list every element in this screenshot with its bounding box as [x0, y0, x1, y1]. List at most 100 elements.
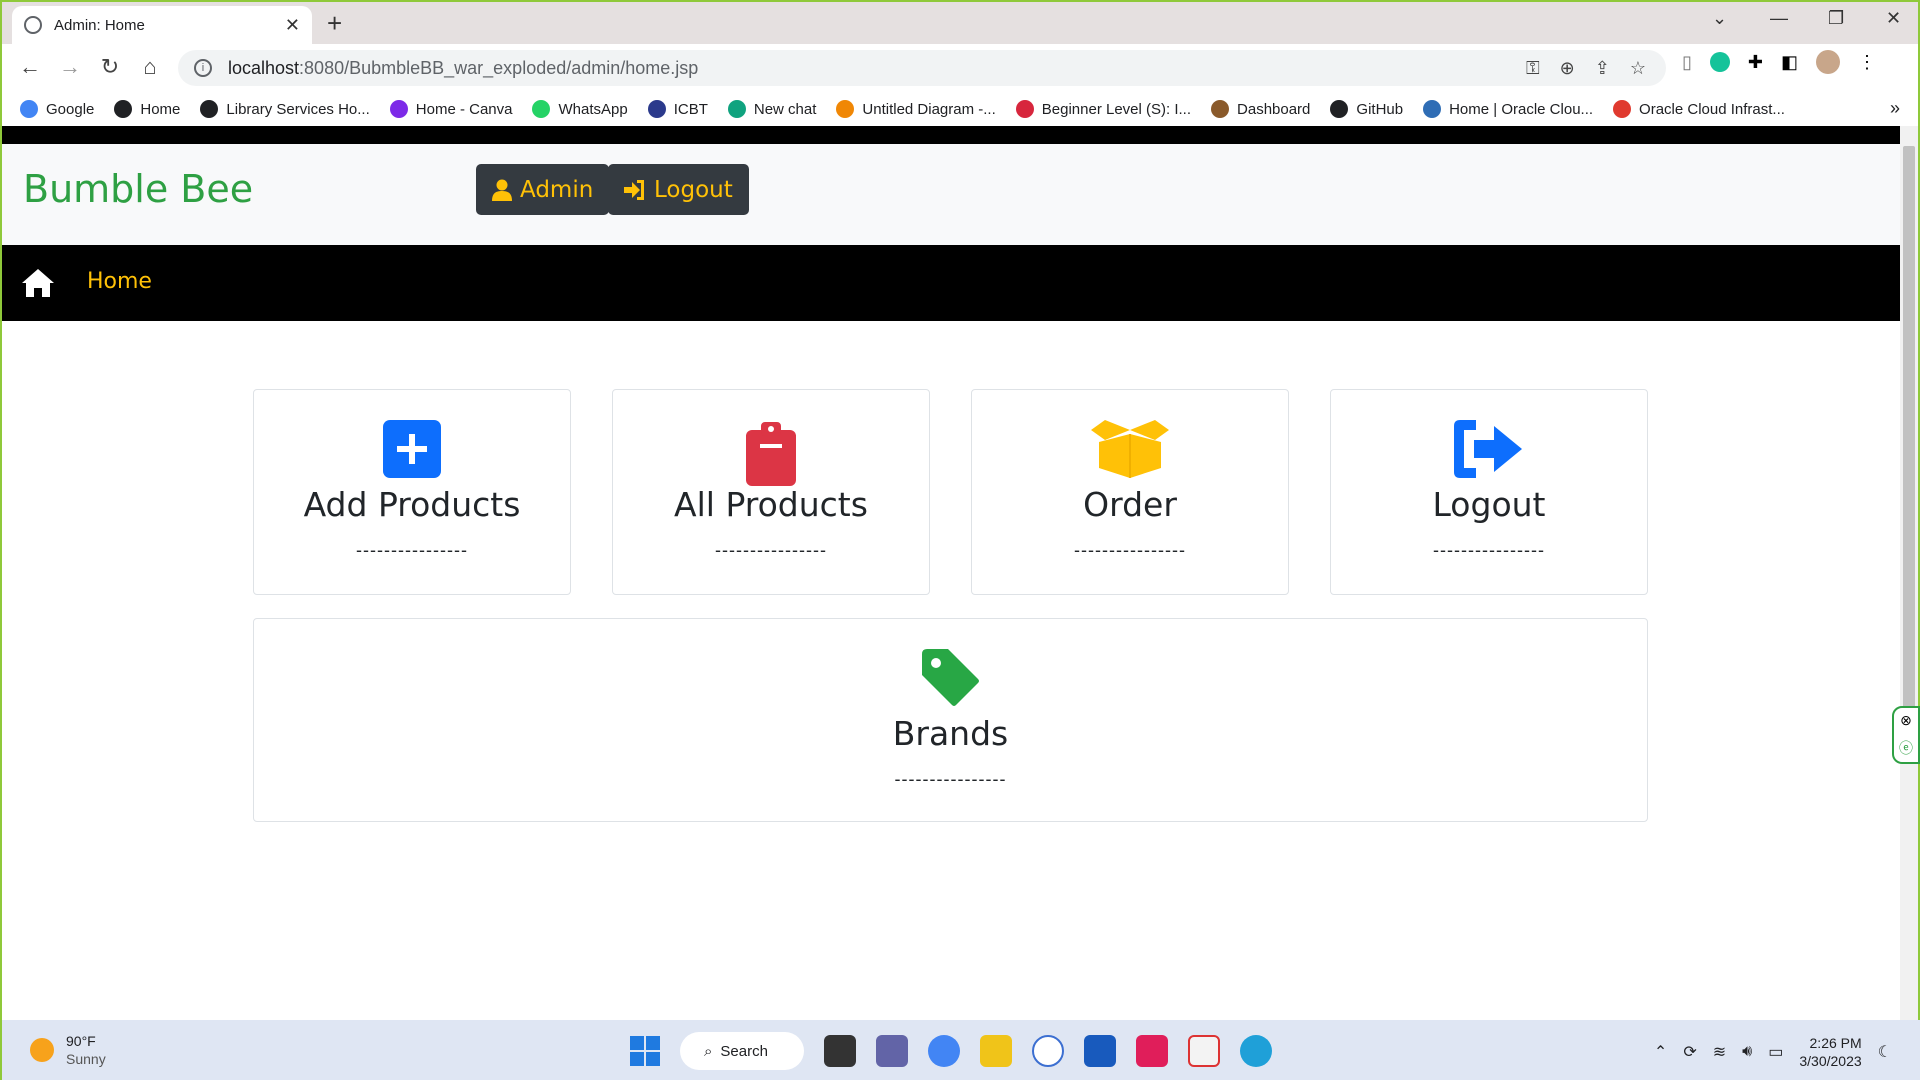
new-tab-button[interactable]: + [327, 8, 342, 39]
system-tray: ⌃ ⟳ ≋ 🔊︎ ▭ 2:26 PM 3/30/2023 ☾ [1654, 1034, 1892, 1070]
tab-search-chevron-icon[interactable]: ⌄ [1712, 8, 1727, 29]
bookmark-favicon-icon [836, 100, 855, 118]
side-widget[interactable]: ⊗ ⓔ [1892, 706, 1920, 764]
bookmark-label: Oracle Cloud Infrast... [1639, 100, 1785, 118]
card-all-products[interactable]: All Products ---------------- [612, 389, 930, 595]
search-label: Search [720, 1042, 768, 1060]
key-icon[interactable]: ⚿ [1526, 58, 1540, 79]
clock[interactable]: 2:26 PM 3/30/2023 [1799, 1034, 1861, 1070]
admin-button[interactable]: Admin [476, 164, 610, 215]
bookmark-star-icon[interactable]: ☆ [1630, 58, 1646, 79]
scrollbar-thumb[interactable] [1903, 146, 1915, 746]
forward-button[interactable]: → [56, 54, 84, 80]
sync-icon[interactable]: ⟳ [1683, 1042, 1696, 1062]
bookmark-label: GitHub [1356, 100, 1404, 118]
plus-square-icon [383, 420, 441, 478]
bookmark-item[interactable]: Library Services Ho... [200, 100, 370, 118]
app-w-icon[interactable] [1032, 1035, 1064, 1067]
card-logout[interactable]: Logout ---------------- [1330, 389, 1648, 595]
wifi-icon[interactable]: ≋ [1713, 1042, 1726, 1062]
nav-home-link[interactable]: Home [87, 269, 152, 294]
bookmark-label: New chat [753, 100, 817, 118]
card-label: Brands [892, 714, 1009, 753]
share-icon[interactable]: ⇪ [1595, 58, 1610, 79]
bookmark-item[interactable]: GitHub [1330, 100, 1403, 118]
snipping-tool-icon[interactable] [1188, 1035, 1220, 1067]
bookmark-item[interactable]: Home | Oracle Clou... [1423, 100, 1593, 118]
brand-logo[interactable]: Bumble Bee [23, 167, 253, 211]
edge-e-icon[interactable]: ⓔ [1899, 738, 1913, 758]
tag-icon [921, 649, 979, 706]
task-view-icon[interactable] [824, 1035, 856, 1067]
start-button[interactable] [630, 1036, 660, 1066]
bookmark-label: Library Services Ho... [226, 100, 370, 118]
card-label: Add Products [303, 485, 521, 524]
bookmark-favicon-icon [1015, 100, 1034, 118]
bookmark-label: Home [140, 100, 181, 118]
page-scrollbar[interactable] [1900, 126, 1918, 1020]
extensions-icon[interactable]: ✚ [1748, 52, 1763, 73]
bookmark-item[interactable]: Oracle Cloud Infrast... [1613, 100, 1785, 118]
page-viewport: Bumble Bee Admin Logout Home Add Product… [2, 126, 1900, 1020]
clock-time: 2:26 PM [1809, 1035, 1862, 1051]
restore-button[interactable]: ❐ [1828, 8, 1844, 29]
bookmark-item[interactable]: New chat [727, 100, 817, 118]
bookmark-item[interactable]: Untitled Diagram -... [836, 100, 996, 118]
bookmark-label: Home | Oracle Clou... [1449, 100, 1594, 118]
bookmark-item[interactable]: Google [20, 100, 94, 118]
zoom-icon[interactable]: ⊕ [1560, 58, 1575, 79]
bookmark-label: Untitled Diagram -... [862, 100, 996, 118]
minimize-button[interactable]: — [1770, 8, 1788, 29]
side-panel-icon[interactable]: ◧ [1781, 52, 1798, 73]
taskbar-search[interactable]: ⌕ Search [680, 1032, 804, 1070]
file-explorer-icon[interactable] [980, 1035, 1012, 1067]
reload-button[interactable]: ↻ [96, 54, 124, 80]
bookmark-item[interactable]: Home [114, 100, 180, 118]
close-window-button[interactable]: ✕ [1886, 8, 1901, 29]
bookmark-item[interactable]: Dashboard [1211, 100, 1310, 118]
url-host: localhost [228, 57, 300, 78]
back-button[interactable]: ← [16, 54, 44, 80]
home-icon[interactable] [22, 269, 54, 297]
bookmark-item[interactable]: ICBT [647, 100, 708, 118]
tab-favicon-icon [24, 16, 42, 34]
menu-icon[interactable]: ⋮ [1858, 52, 1876, 73]
card-brands[interactable]: Brands ---------------- [253, 618, 1648, 822]
bookmarks-overflow-icon[interactable]: » [1890, 98, 1900, 119]
admin-button-label: Admin [520, 176, 594, 203]
word-icon[interactable] [1084, 1035, 1116, 1067]
tab-close-icon[interactable]: ✕ [285, 15, 300, 36]
site-info-icon[interactable]: i [194, 59, 212, 77]
browser-tab[interactable]: Admin: Home ✕ [12, 6, 312, 44]
bookmark-favicon-icon [1423, 100, 1442, 118]
card-label: Order [1083, 485, 1177, 524]
teams-icon[interactable] [876, 1035, 908, 1067]
grammarly-icon[interactable] [1709, 52, 1730, 72]
chrome-icon[interactable] [928, 1035, 960, 1067]
close-circle-icon[interactable]: ⊗ [1900, 712, 1912, 729]
intellij-icon[interactable] [1136, 1035, 1168, 1067]
bookmark-item[interactable]: Home - Canva [389, 100, 512, 118]
sun-icon [30, 1038, 54, 1062]
home-button[interactable]: ⌂ [136, 54, 164, 80]
address-bar[interactable]: i localhost:8080/BubmbleBB_war_exploded/… [178, 50, 1666, 86]
card-dash: ---------------- [715, 540, 827, 560]
bookmark-item[interactable]: WhatsApp [532, 100, 628, 118]
volume-icon[interactable]: 🔊︎ [1742, 1043, 1752, 1061]
notifications-icon[interactable]: ☾ [1878, 1042, 1892, 1062]
bookmark-favicon-icon [1330, 100, 1349, 118]
bookmark-item[interactable]: Beginner Level (S): I... [1015, 100, 1191, 118]
header-logout-button[interactable]: Logout [608, 164, 749, 215]
edge-icon[interactable] [1240, 1035, 1272, 1067]
clock-date: 3/30/2023 [1799, 1053, 1862, 1069]
card-label: All Products [674, 485, 868, 524]
card-add-products[interactable]: Add Products ---------------- [253, 389, 571, 595]
battery-icon[interactable]: ▭ [1768, 1042, 1783, 1062]
chevron-up-icon[interactable]: ⌃ [1654, 1042, 1667, 1062]
logout-button-label: Logout [654, 176, 733, 203]
card-order[interactable]: Order ---------------- [971, 389, 1289, 595]
profile-avatar[interactable] [1816, 50, 1841, 74]
weather-widget[interactable]: 90°F Sunny [30, 1032, 106, 1068]
bookmark-label: ICBT [673, 100, 708, 118]
reading-mode-icon[interactable]: ▯ [1682, 52, 1692, 73]
